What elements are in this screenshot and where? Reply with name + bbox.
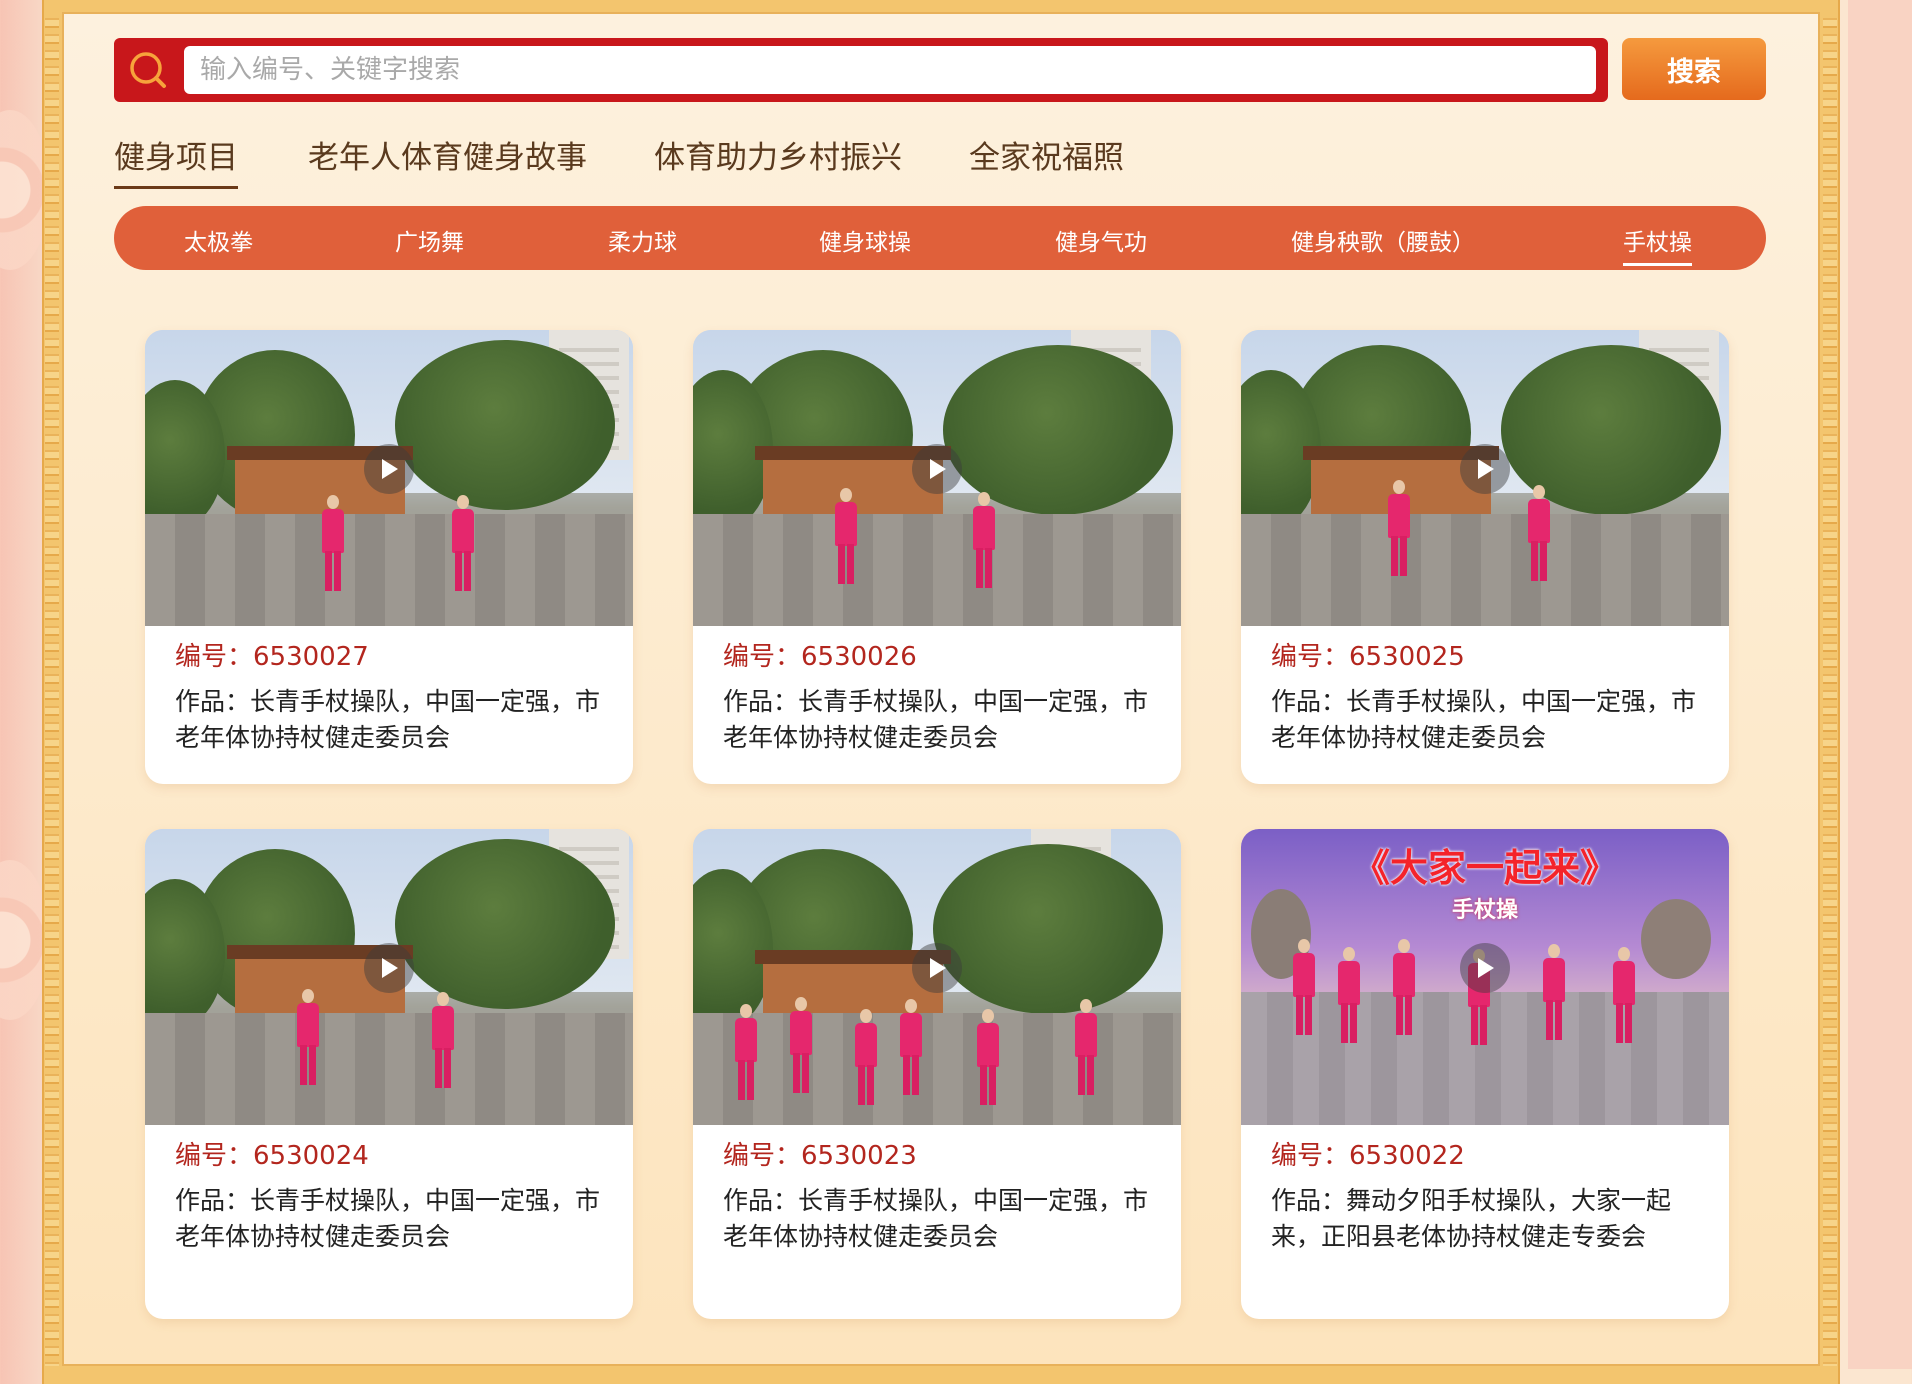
video-card[interactable]: 编号：6530027 作品：长青手杖操队，中国一定强，市老年体协持杖健走委员会 — [145, 330, 633, 784]
video-thumbnail[interactable] — [1241, 330, 1729, 626]
play-button[interactable] — [1460, 943, 1510, 993]
video-card[interactable]: 《大家一起来》 手杖操 编号：6530022 作品：舞动夕阳手杖操队，大家一起来… — [1241, 829, 1729, 1319]
search-input[interactable] — [184, 46, 1596, 94]
card-id: 编号：6530025 — [1271, 642, 1465, 672]
sub-nav-yangge[interactable]: 健身秧歌（腰鼓） — [1291, 223, 1475, 257]
border-pattern — [1823, 12, 1837, 1366]
play-icon — [930, 459, 946, 479]
sub-nav: 太极拳 广场舞 柔力球 健身球操 健身气功 健身秧歌（腰鼓） 手杖操 — [114, 206, 1766, 270]
video-card[interactable]: 编号：6530023 作品：长青手杖操队，中国一定强，市老年体协持杖健走委员会 — [693, 829, 1181, 1319]
sub-nav-qigong[interactable]: 健身气功 — [1055, 223, 1147, 257]
play-button[interactable] — [364, 444, 414, 494]
card-id: 编号：6530027 — [175, 642, 369, 672]
card-id: 编号：6530023 — [723, 1141, 917, 1171]
play-icon — [1478, 459, 1494, 479]
tab-elderly-stories[interactable]: 老年人体育健身故事 — [308, 132, 587, 177]
video-thumbnail[interactable] — [693, 330, 1181, 626]
border-pattern — [45, 12, 59, 1366]
sub-nav-taiji[interactable]: 太极拳 — [184, 223, 253, 257]
card-id: 编号：6530026 — [723, 642, 917, 672]
sub-nav-rouli-ball[interactable]: 柔力球 — [608, 223, 677, 257]
search-icon — [130, 52, 166, 88]
search-bar — [114, 38, 1608, 102]
video-title-text: 《大家一起来》 — [1351, 846, 1618, 890]
cloud-decoration — [0, 860, 50, 1020]
play-icon — [930, 958, 946, 978]
card-id: 编号：6530024 — [175, 1141, 369, 1171]
video-thumbnail[interactable] — [145, 330, 633, 626]
sub-nav-fitness-ball[interactable]: 健身球操 — [819, 223, 911, 257]
video-card[interactable]: 编号：6530024 作品：长青手杖操队，中国一定强，市老年体协持杖健走委员会 — [145, 829, 633, 1319]
card-id: 编号：6530022 — [1271, 1141, 1465, 1171]
tab-family-blessing[interactable]: 全家祝福照 — [969, 132, 1124, 177]
card-description: 作品：长青手杖操队，中国一定强，市老年体协持杖健走委员会 — [723, 687, 1149, 752]
tab-rural-revitalization[interactable]: 体育助力乡村振兴 — [654, 132, 902, 177]
card-description: 作品：长青手杖操队，中国一定强，市老年体协持杖健走委员会 — [1271, 687, 1697, 752]
video-card[interactable]: 编号：6530025 作品：长青手杖操队，中国一定强，市老年体协持杖健走委员会 — [1241, 330, 1729, 784]
play-icon — [382, 459, 398, 479]
card-description: 作品：长青手杖操队，中国一定强，市老年体协持杖健走委员会 — [723, 1186, 1149, 1251]
tab-fitness-projects[interactable]: 健身项目 — [114, 132, 238, 189]
play-button[interactable] — [912, 943, 962, 993]
background-strip — [1848, 0, 1912, 1369]
sub-nav-cane-exercise[interactable]: 手杖操 — [1623, 223, 1692, 266]
video-title-banner: 《大家一起来》 手杖操 — [1241, 837, 1729, 924]
play-button[interactable] — [912, 444, 962, 494]
card-description: 作品：长青手杖操队，中国一定强，市老年体协持杖健走委员会 — [175, 687, 601, 752]
cloud-decoration — [0, 110, 50, 270]
sub-nav-square-dance[interactable]: 广场舞 — [395, 223, 464, 257]
video-thumbnail[interactable]: 《大家一起来》 手杖操 — [1241, 829, 1729, 1125]
play-icon — [1478, 958, 1494, 978]
video-subtitle-text: 手杖操 — [1451, 898, 1518, 923]
card-description: 作品：长青手杖操队，中国一定强，市老年体协持杖健走委员会 — [175, 1186, 601, 1251]
search-button[interactable]: 搜索 — [1622, 38, 1766, 100]
video-thumbnail[interactable] — [693, 829, 1181, 1125]
play-button[interactable] — [364, 943, 414, 993]
play-button[interactable] — [1460, 444, 1510, 494]
play-icon — [382, 958, 398, 978]
video-card[interactable]: 编号：6530026 作品：长青手杖操队，中国一定强，市老年体协持杖健走委员会 — [693, 330, 1181, 784]
video-thumbnail[interactable] — [145, 829, 633, 1125]
card-description: 作品：舞动夕阳手杖操队，大家一起来，正阳县老体协持杖健走专委会 — [1271, 1186, 1672, 1251]
